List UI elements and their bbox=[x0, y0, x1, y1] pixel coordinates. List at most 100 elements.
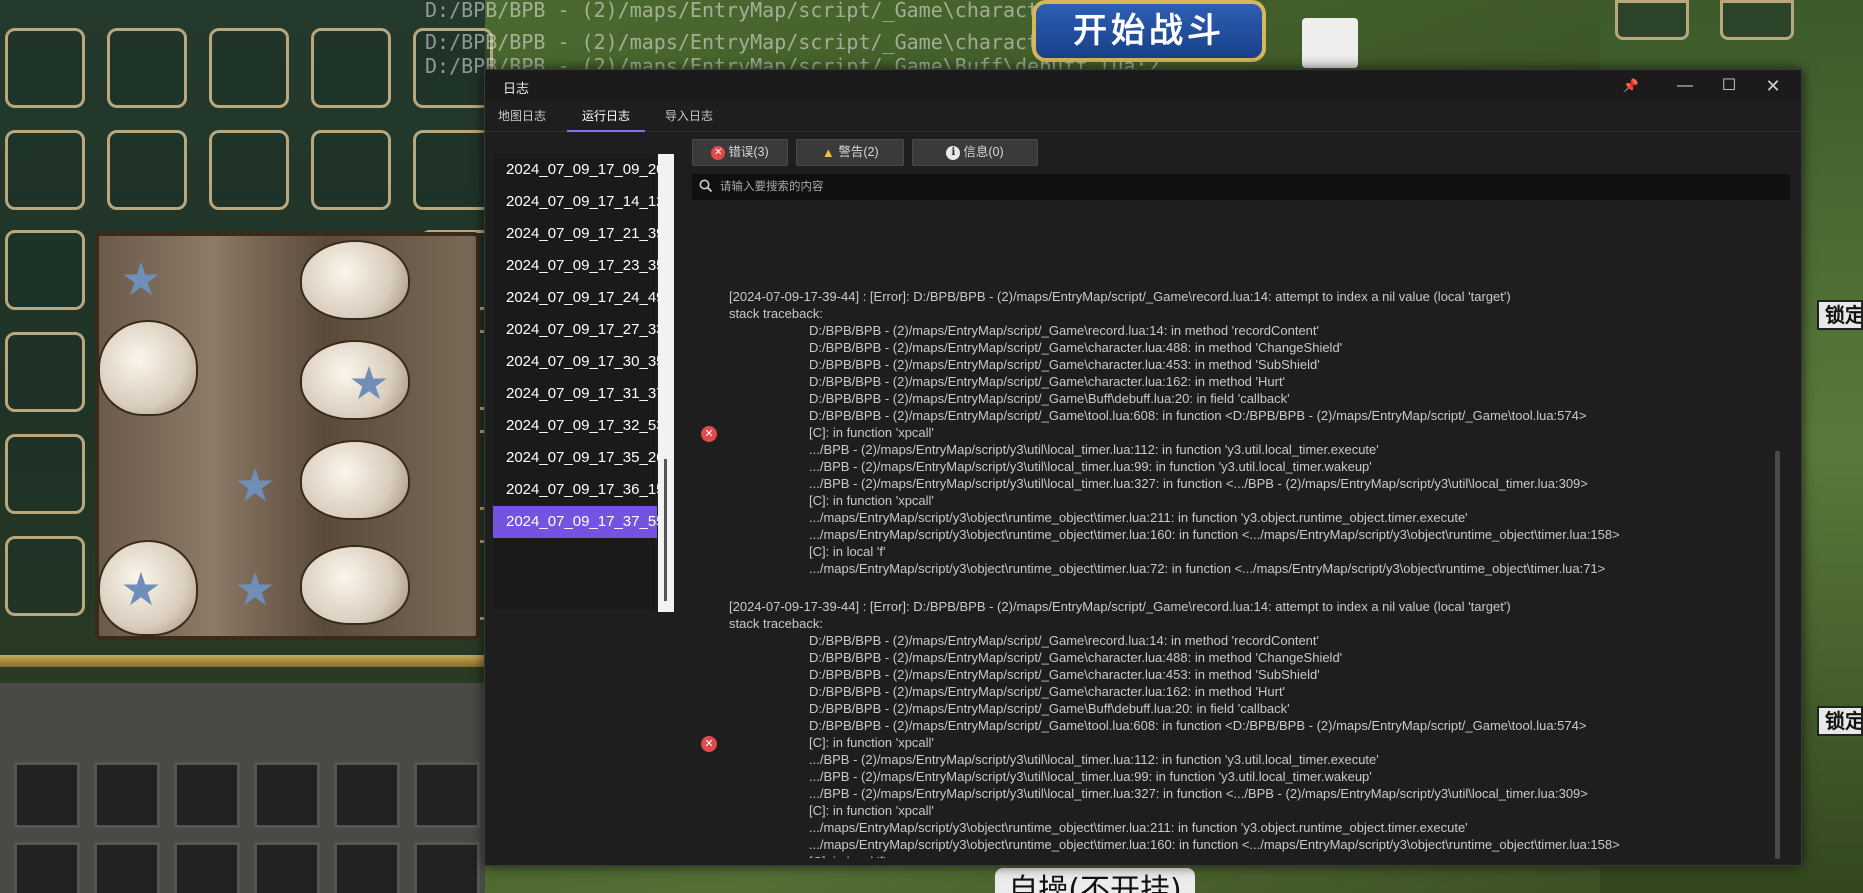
warning-filter-label: 警告(2) bbox=[838, 145, 879, 159]
scrollbar-thumb[interactable] bbox=[664, 459, 667, 601]
traceback-header: stack traceback: bbox=[729, 306, 823, 321]
board-slot[interactable] bbox=[209, 130, 289, 210]
traceback-line: D:/BPB/BPB - (2)/maps/EntryMap/script/_G… bbox=[809, 701, 1290, 716]
star-icon: ★ bbox=[120, 253, 162, 305]
traceback-line: [C]: in local 'f' bbox=[809, 544, 886, 559]
session-item[interactable]: 2024_07_09_17_27_33 bbox=[493, 314, 665, 346]
session-item[interactable]: 2024_07_09_17_23_35 bbox=[493, 250, 665, 282]
session-list-scrollbar[interactable] bbox=[658, 154, 674, 612]
session-item[interactable]: 2024_07_09_17_31_37 bbox=[493, 378, 665, 410]
tab-import-log[interactable]: 导入日志 bbox=[659, 102, 719, 132]
error-icon: ✕ bbox=[701, 736, 717, 752]
star-icon: ★ bbox=[234, 459, 276, 511]
inventory-slot[interactable] bbox=[334, 842, 400, 893]
inventory-slot[interactable] bbox=[94, 842, 160, 893]
traceback-line: .../BPB - (2)/maps/EntryMap/script/y3\ut… bbox=[809, 476, 1588, 491]
log-output: ✕ [2024-07-09-17-39-44] : [Error]: D:/BPB… bbox=[692, 210, 1782, 858]
board-slot[interactable] bbox=[5, 130, 85, 210]
traceback-line: D:/BPB/BPB - (2)/maps/EntryMap/script/_G… bbox=[809, 667, 1320, 682]
traceback-line: [C]: in function 'xpcall' bbox=[809, 735, 934, 750]
traceback-line: .../BPB - (2)/maps/EntryMap/script/y3\ut… bbox=[809, 769, 1372, 784]
inventory-slot[interactable] bbox=[14, 842, 80, 893]
inventory-slot[interactable] bbox=[254, 842, 320, 893]
board-slot[interactable] bbox=[107, 130, 187, 210]
traceback-line: [C]: in local 'f' bbox=[809, 853, 886, 858]
log-entry[interactable]: ✕ [2024-07-09-17-39-44] : [Error]: D:/BPB… bbox=[692, 288, 1777, 577]
board-slot[interactable] bbox=[107, 28, 187, 108]
tab-runtime-log[interactable]: 运行日志 bbox=[567, 102, 645, 132]
session-item[interactable]: 2024_07_09_17_37_55 bbox=[493, 506, 665, 538]
session-item[interactable]: 2024_07_09_17_21_39 bbox=[493, 218, 665, 250]
search-icon bbox=[699, 179, 715, 195]
board-slot[interactable] bbox=[5, 536, 85, 616]
traceback-line: .../maps/EntryMap/script/y3\object\runti… bbox=[809, 510, 1468, 525]
log-message: [2024-07-09-17-39-44] : [Error]: D:/BPB/… bbox=[729, 289, 1511, 304]
session-item[interactable]: 2024_07_09_17_35_26 bbox=[493, 442, 665, 474]
session-item[interactable]: 2024_07_09_17_24_49 bbox=[493, 282, 665, 314]
log-window: 日志 📌 — ☐ ✕ 地图日志 运行日志 导入日志 2024_07_09_17_… bbox=[484, 69, 1802, 866]
lock-label[interactable]: 锁定 bbox=[1817, 706, 1863, 736]
traceback-line: .../maps/EntryMap/script/y3\object\runti… bbox=[809, 527, 1620, 542]
garlic-item bbox=[300, 545, 410, 625]
session-item[interactable]: 2024_07_09_17_30_35 bbox=[493, 346, 665, 378]
traceback-header: stack traceback: bbox=[729, 616, 823, 631]
info-filter-button[interactable]: i 信息(0) bbox=[912, 139, 1038, 166]
traceback-line: [C]: in function 'xpcall' bbox=[809, 425, 934, 440]
session-item[interactable]: 2024_07_09_17_09_20 bbox=[493, 154, 665, 186]
inventory-slot[interactable] bbox=[254, 762, 320, 828]
traceback-line: [C]: in function 'xpcall' bbox=[809, 493, 934, 508]
debug-overlay-text: D:/BPB/BPB - (2)/maps/EntryMap/script/_G… bbox=[425, 0, 1112, 22]
maximize-button[interactable]: ☐ bbox=[1707, 70, 1751, 102]
inventory-slot[interactable] bbox=[174, 762, 240, 828]
traceback-line: .../BPB - (2)/maps/EntryMap/script/y3\ut… bbox=[809, 442, 1379, 457]
board-slot[interactable] bbox=[413, 130, 493, 210]
log-entry[interactable]: ✕ [2024-07-09-17-39-44] : [Error]: D:/BPB… bbox=[692, 598, 1777, 858]
error-filter-button[interactable]: ✕ 错误(3) bbox=[692, 139, 788, 166]
traceback-line: D:/BPB/BPB - (2)/maps/EntryMap/script/_G… bbox=[809, 408, 1587, 423]
session-item[interactable]: 2024_07_09_17_32_53 bbox=[493, 410, 665, 442]
garlic-item bbox=[300, 440, 410, 520]
board-slot[interactable] bbox=[5, 230, 85, 310]
search-input[interactable] bbox=[720, 177, 1780, 197]
traceback-line: .../maps/EntryMap/script/y3\object\runti… bbox=[809, 837, 1620, 852]
inventory-slot[interactable] bbox=[174, 842, 240, 893]
session-item[interactable]: 2024_07_09_17_36_15 bbox=[493, 474, 665, 506]
board-slot[interactable] bbox=[5, 332, 85, 412]
info-filter-label: 信息(0) bbox=[963, 145, 1004, 159]
auto-play-button[interactable]: 自操(不开挂) bbox=[995, 868, 1195, 893]
board-slot[interactable] bbox=[5, 434, 85, 514]
inventory-slot[interactable] bbox=[14, 762, 80, 828]
traceback-line: D:/BPB/BPB - (2)/maps/EntryMap/script/_G… bbox=[809, 374, 1286, 389]
board-slot[interactable] bbox=[5, 28, 85, 108]
inventory-slot[interactable] bbox=[94, 762, 160, 828]
tab-map-log[interactable]: 地图日志 bbox=[493, 102, 551, 132]
star-icon: ★ bbox=[120, 563, 162, 615]
inventory-slot[interactable] bbox=[414, 762, 480, 828]
lock-label[interactable]: 锁定 bbox=[1817, 300, 1863, 330]
inventory-slot[interactable] bbox=[414, 842, 480, 893]
log-scrollbar[interactable] bbox=[1775, 451, 1780, 859]
title-bar[interactable]: 日志 📌 — ☐ ✕ bbox=[485, 70, 1801, 102]
pin-icon[interactable]: 📌 bbox=[1609, 70, 1653, 102]
traceback-line: [C]: in function 'xpcall' bbox=[809, 803, 934, 818]
log-message: [2024-07-09-17-39-44] : [Error]: D:/BPB/… bbox=[729, 599, 1511, 614]
traceback-line: D:/BPB/BPB - (2)/maps/EntryMap/script/_G… bbox=[809, 323, 1320, 338]
traceback-line: D:/BPB/BPB - (2)/maps/EntryMap/script/_G… bbox=[809, 340, 1343, 355]
start-battle-button[interactable]: 开始战斗 bbox=[1032, 0, 1266, 62]
inventory-slot[interactable] bbox=[334, 762, 400, 828]
traceback-line: .../BPB - (2)/maps/EntryMap/script/y3\ut… bbox=[809, 752, 1379, 767]
info-icon: i bbox=[946, 145, 961, 160]
image-icon[interactable] bbox=[1302, 18, 1358, 68]
session-item[interactable]: 2024_07_09_17_14_12 bbox=[493, 186, 665, 218]
traceback-line: .../BPB - (2)/maps/EntryMap/script/y3\ut… bbox=[809, 459, 1372, 474]
warning-filter-button[interactable]: ▲ 警告(2) bbox=[796, 139, 904, 166]
right-slot bbox=[1615, 0, 1689, 40]
board-slot[interactable] bbox=[311, 28, 391, 108]
board-slot[interactable] bbox=[209, 28, 289, 108]
session-list: 2024_07_09_17_09_20 2024_07_09_17_14_12 20… bbox=[493, 154, 665, 609]
board-border bbox=[0, 655, 485, 667]
traceback-line: .../maps/EntryMap/script/y3\object\runti… bbox=[809, 561, 1606, 576]
board-slot[interactable] bbox=[311, 130, 391, 210]
minimize-button[interactable]: — bbox=[1663, 70, 1707, 102]
close-button[interactable]: ✕ bbox=[1751, 70, 1795, 102]
